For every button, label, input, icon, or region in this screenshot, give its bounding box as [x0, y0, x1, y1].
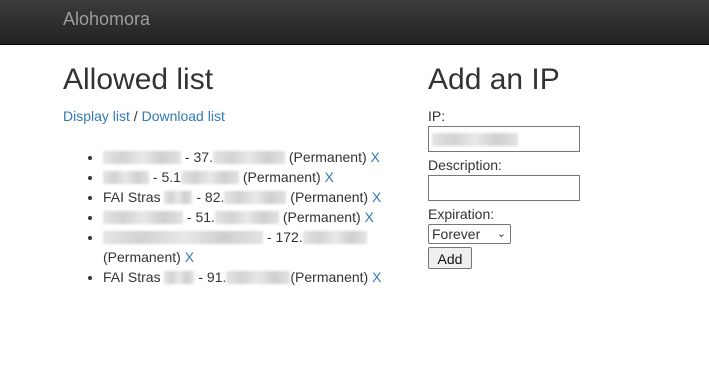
- entry-status: (Permanent): [282, 209, 361, 225]
- brand-link[interactable]: Alohomora: [63, 9, 150, 30]
- allowed-ip-list: - 37. (Permanent) X - 5.1 (Permanent) X …: [63, 147, 433, 287]
- entry-name: FAI Stras: [103, 189, 161, 205]
- display-list-link[interactable]: Display list: [63, 108, 130, 124]
- redacted-ip: [214, 211, 279, 224]
- chevron-down-icon: ⌄: [496, 228, 506, 240]
- redacted-name: [164, 191, 193, 204]
- delete-entry-button[interactable]: X: [372, 269, 381, 285]
- list-item: - 37. (Permanent) X: [103, 147, 433, 167]
- redacted-ip: [302, 231, 367, 244]
- description-label: Description:: [428, 157, 502, 173]
- entry-name: FAI Stras: [103, 269, 161, 285]
- delete-entry-button[interactable]: X: [372, 189, 381, 205]
- ip-prefix: 91.: [206, 269, 227, 285]
- ip-prefix: 5.1: [161, 169, 181, 185]
- link-separator: /: [129, 108, 142, 124]
- delete-entry-button[interactable]: X: [365, 209, 374, 225]
- entry-status: (Permanent): [242, 169, 321, 185]
- ip-prefix: 37.: [193, 149, 213, 165]
- redacted-ip: [180, 171, 239, 184]
- redacted-ip: [226, 271, 291, 284]
- add-button[interactable]: Add: [428, 247, 472, 269]
- add-ip-form: IP: Description: Expiration: Forever ⌄ A…: [428, 108, 628, 269]
- redacted-name: [103, 151, 181, 164]
- redacted-name: [164, 271, 195, 284]
- allowed-list-title: Allowed list: [63, 63, 214, 96]
- ip-prefix: 82.: [204, 189, 225, 205]
- entry-status: (Permanent): [290, 189, 369, 205]
- entry-status: (Permanent): [290, 269, 369, 285]
- delete-entry-button[interactable]: X: [325, 169, 334, 185]
- list-item: - 51. (Permanent) X: [103, 207, 433, 227]
- entry-status: (Permanent): [288, 149, 367, 165]
- ip-prefix: 51.: [195, 209, 215, 225]
- redacted-ip: [224, 191, 287, 204]
- redacted-name: [103, 211, 183, 224]
- expiration-label: Expiration:: [428, 206, 495, 222]
- list-item: - 5.1 (Permanent) X: [103, 167, 433, 187]
- expiration-selected-value: Forever: [432, 226, 481, 242]
- delete-entry-button[interactable]: X: [185, 249, 194, 265]
- delete-entry-button[interactable]: X: [371, 149, 380, 165]
- download-list-link[interactable]: Download list: [142, 108, 225, 124]
- navbar: Alohomora: [0, 0, 709, 45]
- redacted-name: [103, 171, 149, 184]
- description-input[interactable]: [428, 175, 580, 201]
- entry-status: (Permanent): [103, 249, 181, 265]
- redacted-name: [103, 231, 263, 244]
- redacted-ip: [212, 151, 285, 164]
- expiration-select[interactable]: Forever ⌄: [428, 224, 511, 244]
- list-links: Display list / Download list: [63, 108, 225, 124]
- ip-input[interactable]: [428, 126, 580, 152]
- list-item: FAI Stras - 91.(Permanent) X: [103, 267, 433, 287]
- add-ip-title: Add an IP: [428, 63, 560, 96]
- ip-label: IP:: [428, 108, 446, 124]
- redacted-ip-value: [432, 133, 518, 146]
- list-item: - 172. (Permanent) X: [103, 227, 433, 267]
- ip-prefix: 172.: [275, 229, 303, 245]
- list-item: FAI Stras - 82. (Permanent) X: [103, 187, 433, 207]
